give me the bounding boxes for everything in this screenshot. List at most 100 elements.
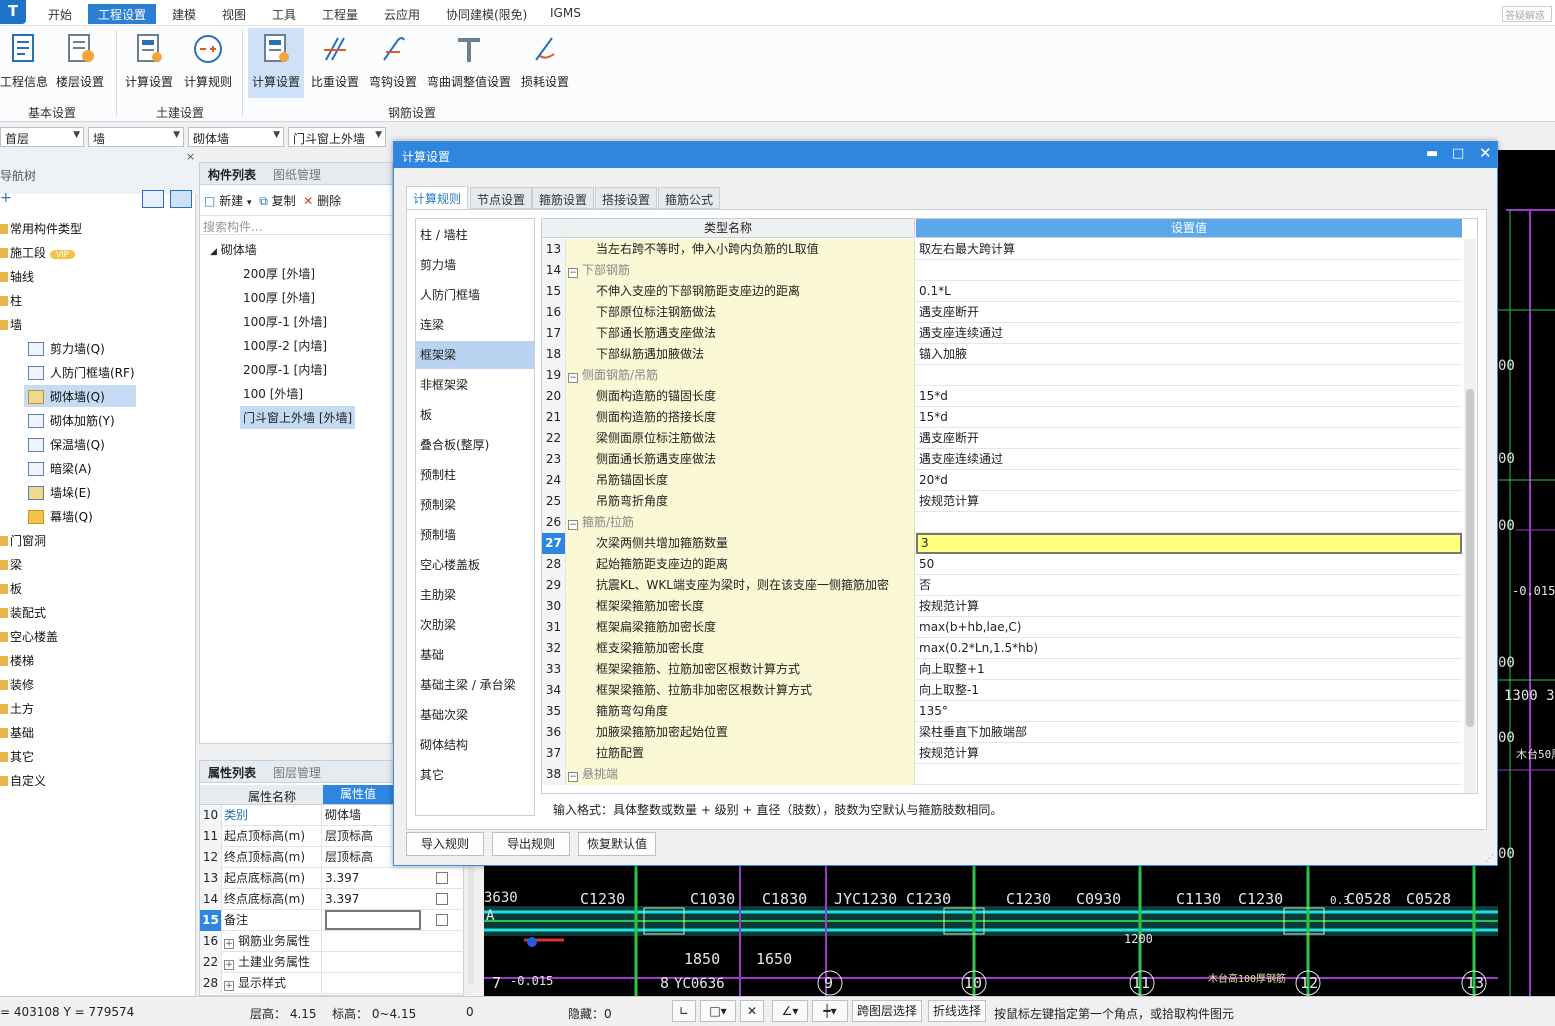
grid-row[interactable]: 28 起始箍筋距支座边的距离 50 <box>542 554 1462 575</box>
category-item[interactable]: 非框架梁 <box>416 371 534 399</box>
tab-stirrup-settings[interactable]: 箍筋设置 <box>532 187 595 209</box>
category-item[interactable]: 主肋梁 <box>416 581 534 609</box>
menu-project-settings[interactable]: 工程设置 <box>88 4 157 24</box>
grid-row[interactable]: 25 吊筋弯折角度 按规范计算 <box>542 491 1462 512</box>
setting-value[interactable]: 遇支座断开 <box>916 302 1462 323</box>
menu-igms[interactable]: IGMS <box>550 6 581 20</box>
setting-value[interactable]: 遇支座连续通过 <box>916 323 1462 344</box>
nav-item-wall[interactable]: 墙 <box>0 316 22 333</box>
setting-value[interactable]: 梁柱垂直下加腋端部 <box>916 722 1462 743</box>
category-item[interactable]: 砌体结构 <box>416 731 534 759</box>
category-item[interactable]: 连梁 <box>416 311 534 339</box>
tree-root-masonry[interactable]: ◢ 砌体墙 <box>210 241 257 258</box>
nav-sub-curtain-wall[interactable]: 幕墙(Q) <box>28 508 93 525</box>
nav-sub-masonry-wall[interactable]: 砌体墙(Q) <box>24 385 136 407</box>
category-item[interactable]: 柱 / 墙柱 <box>416 221 534 249</box>
cad-canvas-right[interactable]: 00 00 00 -0.015 00 1300 30 00 木台50厚 00 <box>1498 150 1555 996</box>
close-icon[interactable]: × <box>186 150 195 163</box>
resize-grip-icon[interactable]: ⋰ <box>1485 854 1494 864</box>
nav-item-other[interactable]: 其它 <box>0 748 34 765</box>
property-group-row[interactable]: 16 + 钢筋业务属性 <box>200 931 465 952</box>
setting-value[interactable] <box>916 260 1462 281</box>
grid-group-row[interactable]: 26− 箍筋/拉筋 <box>542 512 1462 533</box>
nav-item-stairs[interactable]: 楼梯 <box>0 652 34 669</box>
delete-button[interactable]: 删除 <box>317 194 341 208</box>
help-search-input[interactable]: 答疑解惑 <box>1502 6 1552 22</box>
expand-icon[interactable]: + <box>224 960 234 970</box>
nav-sub-wall-pier[interactable]: 墙垛(E) <box>28 484 91 501</box>
collapse-icon[interactable]: − <box>568 520 578 530</box>
grid-row[interactable]: 31 框架扁梁箍筋加密长度 max(b+hb,lae,C) <box>542 617 1462 638</box>
nav-item-foundation[interactable]: 基础 <box>0 724 34 741</box>
tree-item[interactable]: 100厚 [外墙] <box>243 289 315 306</box>
nav-sub-hidden-beam[interactable]: 暗梁(A) <box>28 460 92 477</box>
floor-select[interactable]: 首层 ▼ <box>0 127 84 147</box>
bend-adjust-settings-button[interactable]: 弯曲调整值设置 <box>424 28 514 98</box>
minimize-icon[interactable]: ▬ <box>1426 146 1438 161</box>
setting-value[interactable]: 向上取整-1 <box>916 680 1462 701</box>
angle-icon[interactable]: ∠▾ <box>772 1000 808 1022</box>
setting-value[interactable] <box>916 512 1462 533</box>
nav-item-openings[interactable]: 门窗洞 <box>0 532 46 549</box>
tab-stirrup-formula[interactable]: 箍筋公式 <box>658 187 721 209</box>
rebar-calc-settings-button[interactable]: 计算设置 <box>248 28 304 98</box>
floor-settings-button[interactable]: 楼层设置 <box>52 28 108 98</box>
setting-value[interactable]: max(0.2*Ln,1.5*hb) <box>916 638 1462 659</box>
cross-layer-select-button[interactable]: 跨图层选择 <box>852 1000 922 1022</box>
tree-item-selected[interactable]: 门斗窗上外墙 [外墙] <box>240 406 356 429</box>
category-item[interactable]: 叠合板(整厚) <box>416 431 534 459</box>
setting-value[interactable]: 135° <box>916 701 1462 722</box>
setting-value[interactable] <box>916 365 1462 386</box>
nav-item-earthwork[interactable]: 土方 <box>0 700 34 717</box>
setting-value[interactable]: 按规范计算 <box>916 743 1462 764</box>
grid-row[interactable]: 24 吊筋锚固长度 20*d <box>542 470 1462 491</box>
setting-value[interactable]: 15*d <box>916 407 1462 428</box>
property-checkbox[interactable] <box>436 893 448 905</box>
polyline-select-button[interactable]: 折线选择 <box>928 1000 986 1022</box>
category-item[interactable]: 其它 <box>416 761 534 789</box>
menu-modeling[interactable]: 建模 <box>172 6 196 23</box>
tab-node-settings[interactable]: 节点设置 <box>470 187 533 209</box>
grid-row[interactable]: 34 框架梁箍筋、拉筋非加密区根数计算方式 向上取整-1 <box>542 680 1462 701</box>
collapse-icon[interactable]: − <box>568 268 578 278</box>
list-view-icon[interactable] <box>142 190 164 208</box>
property-row-selected[interactable]: 15 备注 <box>200 910 465 931</box>
category-item[interactable]: 次肋梁 <box>416 611 534 639</box>
nav-item-axis[interactable]: 轴线 <box>0 268 34 285</box>
property-group-row[interactable]: 22 + 土建业务属性 <box>200 952 465 973</box>
menu-tools[interactable]: 工具 <box>272 6 296 23</box>
restore-defaults-button[interactable]: 恢复默认值 <box>578 832 656 856</box>
tab-calc-rules[interactable]: 计算规则 <box>406 186 469 210</box>
category-item[interactable]: 剪力墙 <box>416 251 534 279</box>
grid-row[interactable]: 18 下部纵筋遇加腋做法 锚入加腋 <box>542 344 1462 365</box>
hook-settings-button[interactable]: 弯钩设置 <box>366 28 420 98</box>
grid-row[interactable]: 33 框架梁箍筋、拉筋加密区根数计算方式 向上取整+1 <box>542 659 1462 680</box>
import-rules-button[interactable]: 导入规则 <box>406 832 484 856</box>
nav-sub-civil-defense-wall[interactable]: 人防门框墙(RF) <box>28 364 135 381</box>
grid-row[interactable]: 37 拉筋配置 按规范计算 <box>542 743 1462 764</box>
category-item[interactable]: 预制梁 <box>416 491 534 519</box>
remark-input[interactable] <box>325 910 421 930</box>
setting-value[interactable] <box>916 764 1462 785</box>
density-settings-button[interactable]: 比重设置 <box>308 28 362 98</box>
category-select[interactable]: 墙 ▼ <box>88 127 184 147</box>
property-value[interactable]: 3.397 <box>325 868 421 888</box>
property-row[interactable]: 14 终点底标高(m) 3.397 <box>200 889 465 910</box>
grid-row-selected[interactable]: 27 次梁两侧共增加箍筋数量 3 <box>542 533 1462 554</box>
menu-start[interactable]: 开始 <box>48 6 72 23</box>
menu-cloud[interactable]: 云应用 <box>384 6 420 23</box>
nav-item-decoration[interactable]: 装修 <box>0 676 34 693</box>
category-item[interactable]: 人防门框墙 <box>416 281 534 309</box>
property-row[interactable]: 13 起点底标高(m) 3.397 <box>200 868 465 889</box>
cad-canvas-bottom[interactable]: C1230 C1030 C1830 JYC1230 C1230 C1230 C0… <box>484 866 1498 996</box>
grid-row[interactable]: 35 箍筋弯勾角度 135° <box>542 701 1462 722</box>
nav-sub-masonry-rebar[interactable]: 砌体加筋(Y) <box>28 412 115 429</box>
setting-value[interactable]: 遇支座断开 <box>916 428 1462 449</box>
expand-icon[interactable]: + <box>224 939 234 949</box>
property-group-row[interactable]: 28 + 显示样式 <box>200 973 465 994</box>
property-checkbox[interactable] <box>436 914 448 926</box>
nav-item-hollow-floor[interactable]: 空心楼盖 <box>0 628 58 645</box>
category-item[interactable]: 基础次梁 <box>416 701 534 729</box>
tree-item[interactable]: 100厚-1 [外墙] <box>243 313 327 330</box>
menu-quantity[interactable]: 工程量 <box>322 6 358 23</box>
